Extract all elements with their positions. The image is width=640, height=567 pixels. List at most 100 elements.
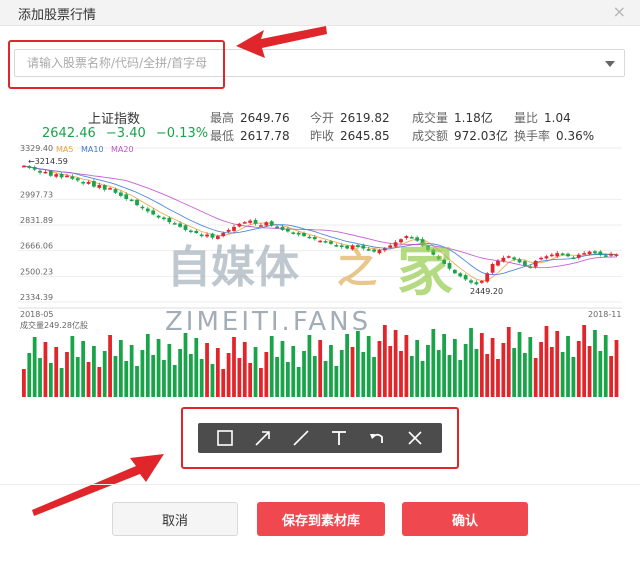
volume-bar bbox=[415, 340, 420, 397]
volume-bar bbox=[102, 351, 107, 397]
volume-bar bbox=[259, 368, 263, 397]
volume-bar bbox=[280, 341, 285, 397]
candle-body bbox=[65, 175, 69, 178]
volume-bar bbox=[22, 369, 26, 397]
candle-body bbox=[404, 236, 409, 238]
candle-body bbox=[97, 185, 102, 188]
volume-bar bbox=[366, 336, 371, 397]
chevron-down-icon[interactable] bbox=[605, 61, 615, 67]
candle-body bbox=[280, 226, 285, 230]
drawing-toolbar bbox=[198, 423, 442, 453]
candle-body bbox=[43, 171, 48, 174]
candle-body bbox=[48, 170, 53, 176]
candle-body bbox=[593, 251, 597, 254]
candle-body bbox=[517, 259, 522, 263]
volume-bar bbox=[226, 353, 231, 397]
volume-bar bbox=[382, 325, 387, 397]
candle-body bbox=[490, 263, 495, 273]
candle-body bbox=[108, 188, 112, 190]
volume-bar bbox=[447, 355, 452, 397]
y-tick-label: 2334.39 bbox=[20, 293, 53, 302]
x-tick-label: 2018-11 bbox=[588, 310, 621, 319]
volume-bar bbox=[97, 367, 102, 397]
arrow-tool-icon[interactable] bbox=[251, 426, 275, 450]
volume-bar bbox=[517, 332, 522, 397]
volume-bar bbox=[210, 364, 215, 397]
volume-bar bbox=[523, 353, 527, 397]
volume-bar bbox=[194, 338, 199, 397]
volume-bar bbox=[506, 327, 511, 397]
candle-body bbox=[544, 256, 549, 259]
candle-body bbox=[221, 233, 226, 237]
candle-body bbox=[598, 251, 603, 255]
candle-body bbox=[285, 228, 290, 232]
volume-bar bbox=[291, 346, 296, 397]
candle-body bbox=[145, 208, 150, 212]
volume-bar bbox=[533, 358, 538, 397]
candle-body bbox=[566, 253, 570, 257]
candle-body bbox=[382, 248, 387, 251]
legend-entry: MA5 bbox=[56, 145, 73, 154]
stat-volume: 成交量 1.18亿 bbox=[412, 111, 493, 125]
close-icon[interactable]: × bbox=[613, 2, 626, 21]
candle-body bbox=[512, 257, 517, 260]
y-tick-label: 2997.73 bbox=[20, 190, 53, 199]
candle-body bbox=[426, 246, 430, 251]
candle-body bbox=[458, 273, 463, 277]
volume-bar bbox=[334, 366, 339, 397]
candle-body bbox=[539, 257, 543, 260]
save-to-library-button[interactable]: 保存到素材库 bbox=[257, 502, 385, 536]
volume-bar bbox=[479, 333, 484, 397]
volume-bar bbox=[86, 362, 91, 397]
candle-body bbox=[205, 234, 209, 237]
volume-bar bbox=[404, 335, 409, 397]
volume-bar bbox=[377, 341, 382, 397]
y-tick-label: 2500.23 bbox=[20, 267, 53, 276]
volume-bar bbox=[582, 325, 587, 397]
volume-bar bbox=[113, 356, 118, 397]
volume-bar bbox=[145, 334, 150, 397]
kline-chart: 3329.40 2997.73 2831.89 2666.06 2500.23 2334.… bbox=[18, 142, 622, 400]
line-tool-icon[interactable] bbox=[289, 426, 313, 450]
candle-body bbox=[140, 206, 145, 209]
clear-icon[interactable] bbox=[403, 426, 427, 450]
text-tool-icon[interactable] bbox=[327, 426, 351, 450]
footer-divider bbox=[0, 484, 640, 485]
confirm-button[interactable]: 确认 bbox=[402, 502, 528, 536]
x-tick-label: 2018-05 bbox=[20, 310, 53, 319]
candle-body bbox=[469, 280, 473, 283]
y-tick-label: 2831.89 bbox=[20, 216, 53, 225]
candle-body bbox=[350, 245, 355, 250]
candle-body bbox=[576, 254, 581, 258]
candle-body bbox=[291, 232, 296, 234]
stock-search-field[interactable] bbox=[14, 49, 625, 77]
stat-volume-ratio: 量比 1.04 bbox=[514, 111, 571, 125]
dialog-titlebar: 添加股票行情 × bbox=[0, 0, 640, 26]
stock-search-input[interactable] bbox=[15, 50, 624, 76]
candle-body bbox=[156, 215, 161, 218]
candle-body bbox=[393, 242, 398, 247]
y-tick-label: 3329.40 bbox=[20, 144, 53, 153]
candle-body bbox=[226, 229, 231, 232]
candle-body bbox=[614, 254, 619, 256]
volume-bar bbox=[431, 329, 436, 397]
rectangle-tool-icon[interactable] bbox=[213, 426, 237, 450]
high-annotation: ←3214.59 bbox=[28, 157, 68, 166]
volume-bar bbox=[43, 342, 48, 397]
candle-body bbox=[409, 237, 414, 239]
low-annotation: 2449.20 bbox=[470, 287, 503, 296]
candle-body bbox=[172, 223, 177, 225]
candle-body bbox=[38, 170, 42, 173]
undo-icon[interactable] bbox=[365, 426, 389, 450]
cancel-button[interactable]: 取消 bbox=[112, 502, 238, 536]
volume-bar bbox=[264, 352, 269, 397]
legend-entry: MA10 bbox=[81, 145, 104, 154]
candle-body bbox=[194, 230, 199, 234]
candle-body bbox=[528, 266, 533, 268]
volume-bar bbox=[124, 361, 129, 397]
volume-bar bbox=[420, 361, 425, 397]
volume-bar bbox=[603, 335, 608, 397]
volume-bar bbox=[242, 342, 247, 397]
candle-body bbox=[129, 199, 134, 202]
candle-body bbox=[189, 230, 193, 233]
